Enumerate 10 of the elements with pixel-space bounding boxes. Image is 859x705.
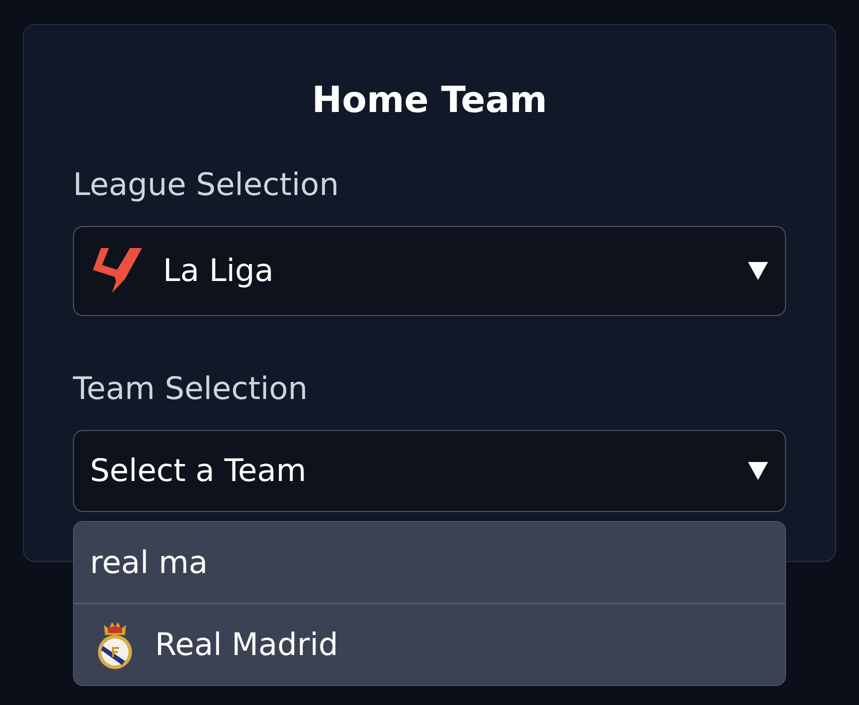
team-select[interactable]: Select a Team	[73, 430, 786, 512]
crest-icon	[97, 620, 133, 670]
caret-icon	[748, 462, 768, 480]
field-label: Team Selection	[73, 371, 308, 407]
caret-icon	[748, 262, 768, 280]
search-field[interactable]: real ma	[74, 522, 785, 604]
card-title: Home Team	[312, 79, 548, 123]
league-select[interactable]: La Liga	[73, 226, 786, 316]
zigzag-logo-icon	[93, 248, 143, 294]
field-label: League Selection	[73, 167, 339, 203]
